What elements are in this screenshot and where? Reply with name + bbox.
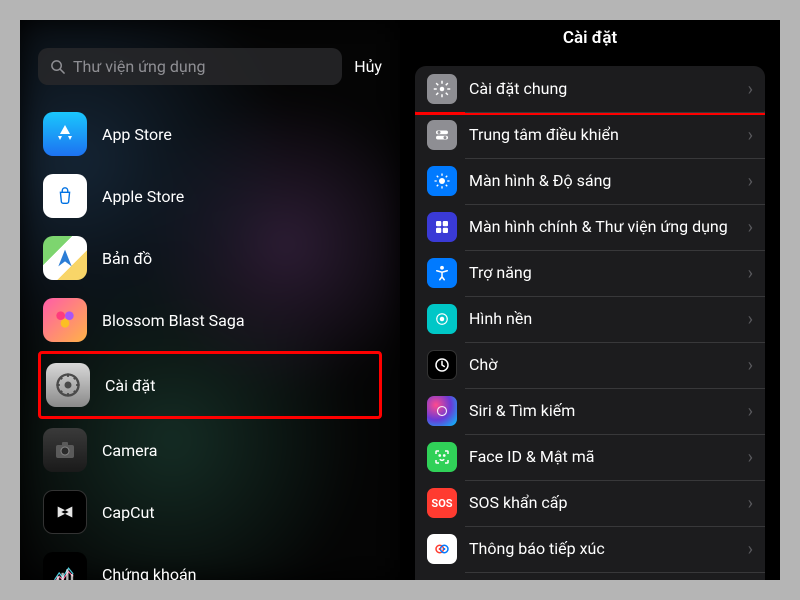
app-label: Apple Store bbox=[102, 187, 184, 206]
app-item-maps[interactable]: Bản đồ bbox=[38, 227, 382, 289]
standby-icon bbox=[427, 350, 457, 380]
app-label: App Store bbox=[102, 125, 172, 144]
settings-label: Thông báo tiếp xúc bbox=[469, 539, 742, 558]
search-icon bbox=[50, 59, 65, 74]
apple-store-icon bbox=[43, 174, 87, 218]
app-label: Camera bbox=[102, 441, 157, 460]
brightness-icon bbox=[427, 166, 457, 196]
settings-item-general[interactable]: Cài đặt chung › bbox=[415, 66, 765, 115]
app-item-appstore[interactable]: App Store bbox=[38, 103, 382, 165]
blossom-icon bbox=[43, 298, 87, 342]
app-item-stocks[interactable]: Chứng khoán bbox=[38, 543, 382, 580]
search-input[interactable]: Thư viện ứng dụng bbox=[38, 48, 342, 85]
settings-label: Màn hình chính & Thư viện ứng dụng bbox=[469, 217, 742, 236]
settings-item-wallpaper[interactable]: Hình nền › bbox=[415, 296, 765, 342]
gear-icon bbox=[427, 74, 457, 104]
chevron-right-icon: › bbox=[748, 125, 753, 146]
camera-icon bbox=[43, 428, 87, 472]
settings-item-exposure[interactable]: Thông báo tiếp xúc › bbox=[415, 526, 765, 572]
app-label: Bản đồ bbox=[102, 249, 152, 268]
settings-label: Màn hình & Độ sáng bbox=[469, 171, 742, 190]
maps-icon bbox=[43, 236, 87, 280]
siri-icon bbox=[427, 396, 457, 426]
settings-label: Hình nền bbox=[469, 309, 742, 328]
settings-label: Face ID & Mật mã bbox=[469, 447, 742, 466]
cancel-button[interactable]: Hủy bbox=[354, 57, 382, 76]
settings-item-siri[interactable]: Siri & Tìm kiếm › bbox=[415, 388, 765, 434]
app-store-icon bbox=[43, 112, 87, 156]
settings-item-sos[interactable]: SOS SOS khẩn cấp › bbox=[415, 480, 765, 526]
settings-item-display[interactable]: Màn hình & Độ sáng › bbox=[415, 158, 765, 204]
exposure-icon bbox=[427, 534, 457, 564]
chevron-right-icon: › bbox=[748, 171, 753, 192]
wallpaper-icon bbox=[427, 304, 457, 334]
capcut-icon bbox=[43, 490, 87, 534]
app-label: Cài đặt bbox=[105, 376, 155, 395]
app-label: Chứng khoán bbox=[102, 565, 197, 581]
settings-item-accessibility[interactable]: Trợ năng › bbox=[415, 250, 765, 296]
chevron-right-icon: › bbox=[748, 401, 753, 422]
control-center-icon bbox=[427, 120, 457, 150]
left-screenshot: Thư viện ứng dụng Hủy App Store Apple St… bbox=[20, 20, 400, 580]
settings-item-standby[interactable]: Chờ › bbox=[415, 342, 765, 388]
stocks-icon bbox=[43, 552, 87, 580]
chevron-right-icon: › bbox=[748, 309, 753, 330]
accessibility-icon bbox=[427, 258, 457, 288]
settings-label: Siri & Tìm kiếm bbox=[469, 401, 742, 420]
app-item-settings[interactable]: Cài đặt bbox=[38, 351, 382, 419]
sos-icon: SOS bbox=[427, 488, 457, 518]
settings-label: Trợ năng bbox=[469, 263, 742, 282]
settings-label: Cài đặt chung bbox=[469, 79, 742, 98]
settings-label: Trung tâm điều khiển bbox=[469, 125, 742, 144]
search-placeholder: Thư viện ứng dụng bbox=[73, 57, 206, 76]
app-item-blossom[interactable]: Blossom Blast Saga bbox=[38, 289, 382, 351]
chevron-right-icon: › bbox=[748, 539, 753, 560]
settings-group: Cài đặt chung › Trung tâm điều khiển › M… bbox=[415, 66, 765, 580]
settings-item-home-screen[interactable]: Màn hình chính & Thư viện ứng dụng › bbox=[415, 204, 765, 250]
chevron-right-icon: › bbox=[748, 355, 753, 376]
app-item-capcut[interactable]: CapCut bbox=[38, 481, 382, 543]
chevron-right-icon: › bbox=[748, 79, 753, 100]
app-item-camera[interactable]: Camera bbox=[38, 419, 382, 481]
settings-icon bbox=[46, 363, 90, 407]
app-label: Blossom Blast Saga bbox=[102, 311, 245, 330]
home-screen-icon bbox=[427, 212, 457, 242]
app-list: App Store Apple Store Bản đồ Blossom Bla… bbox=[20, 103, 400, 580]
chevron-right-icon: › bbox=[748, 493, 753, 514]
settings-item-faceid[interactable]: Face ID & Mật mã › bbox=[415, 434, 765, 480]
chevron-right-icon: › bbox=[748, 217, 753, 238]
app-item-applestore[interactable]: Apple Store bbox=[38, 165, 382, 227]
chevron-right-icon: › bbox=[748, 263, 753, 284]
app-label: CapCut bbox=[102, 503, 155, 522]
faceid-icon bbox=[427, 442, 457, 472]
page-title: Cài đặt bbox=[400, 20, 780, 66]
settings-label: Chờ bbox=[469, 355, 742, 374]
settings-label: SOS khẩn cấp bbox=[469, 493, 742, 512]
settings-item-battery[interactable]: Pin › bbox=[415, 572, 765, 580]
chevron-right-icon: › bbox=[748, 447, 753, 468]
right-screenshot: Cài đặt Cài đặt chung › Trung tâm điều k… bbox=[400, 20, 780, 580]
settings-item-control-center[interactable]: Trung tâm điều khiển › bbox=[415, 112, 765, 158]
